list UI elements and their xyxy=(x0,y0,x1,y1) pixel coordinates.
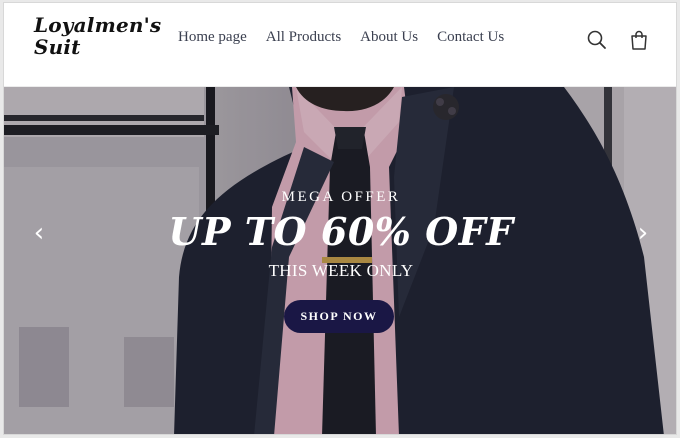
promo-headline: UP TO 60% OFF xyxy=(168,209,514,254)
nav-item-about-us[interactable]: About Us xyxy=(360,29,418,46)
hero-promo: MEGA OFFER UP TO 60% OFF THIS WEEK ONLY … xyxy=(4,87,676,434)
promo-subheadline: THIS WEEK ONLY xyxy=(268,261,414,280)
shopping-bag-icon[interactable] xyxy=(628,29,650,51)
shop-now-button[interactable]: SHOP NOW xyxy=(284,300,394,333)
hero-banner: ‹ › MEGA OFFER UP TO 60% OFF THIS WEEK O… xyxy=(4,87,676,434)
brand-line-2: Suit xyxy=(34,35,81,59)
search-icon[interactable] xyxy=(586,29,608,51)
nav-item-all-products[interactable]: All Products xyxy=(266,29,341,46)
brand-line-1: Loyalmen's xyxy=(34,13,162,37)
page-frame: Loyalmen's Suit Home page All Products A… xyxy=(3,2,677,435)
main-nav: Home page All Products About Us Contact … xyxy=(178,29,523,46)
nav-item-home[interactable]: Home page xyxy=(178,29,247,46)
site-header: Loyalmen's Suit Home page All Products A… xyxy=(4,3,676,87)
promo-eyebrow: MEGA OFFER xyxy=(281,189,401,205)
brand-logo[interactable]: Loyalmen's Suit xyxy=(34,14,174,58)
nav-item-contact-us[interactable]: Contact Us xyxy=(437,29,504,46)
